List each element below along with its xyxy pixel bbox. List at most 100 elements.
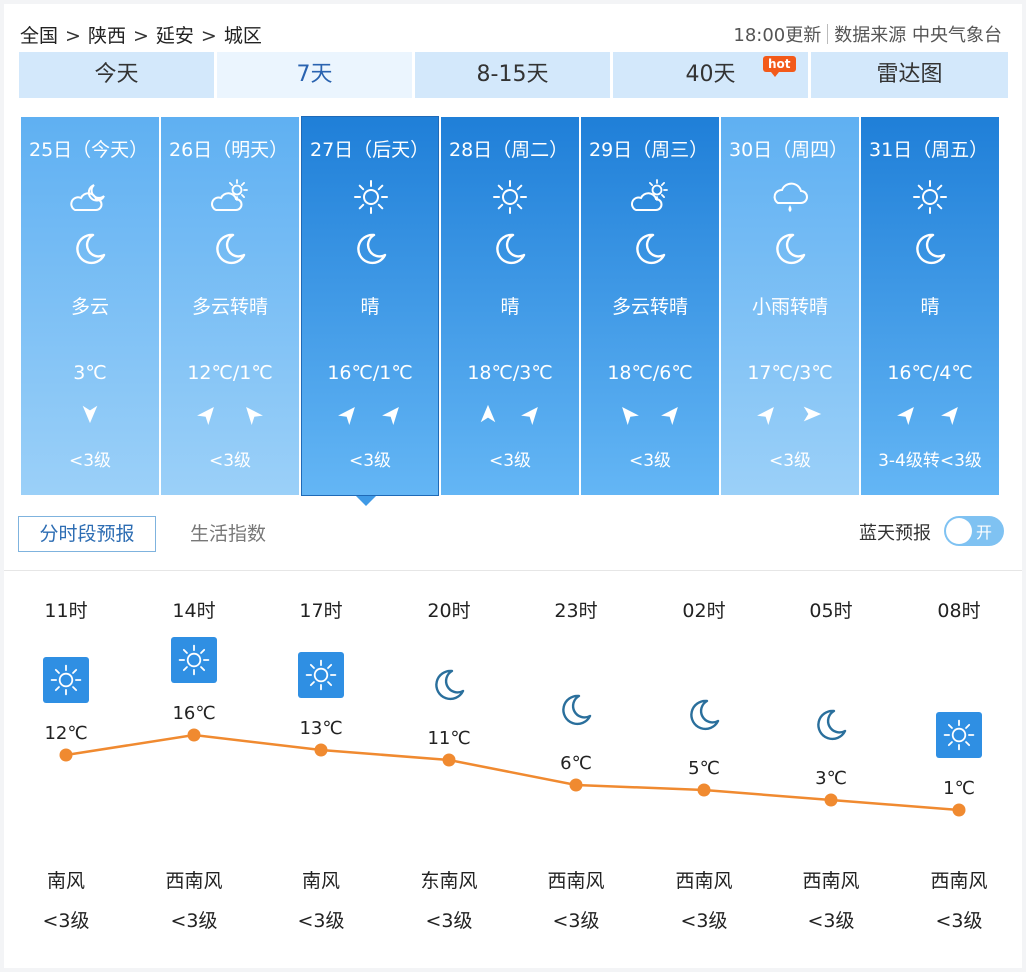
day-forecast[interactable]: 26日（明天） 多云转晴 12℃/1℃ <3级 [161,117,299,495]
sun-icon [490,177,530,217]
day-wind-level: <3级 [768,451,812,471]
update-info: 18:00更新 数据来源 中央气象台 [733,21,1002,47]
hourly-wind-level: <3级 [170,910,218,932]
sun-icon [298,652,344,698]
breadcrumb-separator: > [200,25,217,47]
tab-8-15days[interactable]: 8-15天 [415,52,610,98]
wind-direction-icon [897,403,919,429]
hourly-wind-direction: 西南风 [675,870,733,892]
breadcrumb-item[interactable]: 陕西 [88,21,126,48]
day-wind-icons [302,403,438,429]
temperature-point [442,753,456,767]
tab-label: 8-15天 [476,62,549,87]
wind-direction-icon [477,403,499,429]
moon-icon [351,229,391,269]
hourly-time: 08时 [937,600,981,622]
day-forecast[interactable]: 30日（周四） 小雨转晴 17℃/3℃ <3级 [721,117,859,495]
temperature-point [59,748,73,762]
day-weather-desc: 多云 [70,296,109,318]
wind-direction-icon [941,403,963,429]
day-wind-level: <3级 [628,451,672,471]
hourly-temperature: 13℃ [299,718,343,739]
tab-40days[interactable]: 40天 hot [613,52,808,98]
wind-direction-icon [617,403,639,429]
hourly-forecast: 11时 南风 <3级 12℃ 14时 西南风 <3级 16℃ 17时 南风 <3级 1… [4,574,1022,968]
moon-icon [210,229,250,269]
hourly-temperature: 16℃ [172,703,216,724]
wind-direction-icon [79,403,101,429]
day-wind-icons [161,403,299,429]
hourly-wind-direction: 西南风 [802,870,860,892]
day-temperature: 17℃/3℃ [747,362,833,384]
day-forecast[interactable]: 27日（后天） 晴 16℃/1℃ <3级 [301,116,439,496]
day-weather-desc: 晴 [360,296,380,318]
day-date: 28日（周二） [449,139,569,161]
hourly-wind-level: <3级 [297,910,345,932]
hourly-temperature: 5℃ [688,758,720,779]
day-date: 26日（明天） [169,139,289,161]
day-weather-desc: 晴 [920,296,940,318]
hourly-wind-level: <3级 [552,910,600,932]
day-weather-desc: 多云转晴 [611,296,688,318]
tab-radar[interactable]: 雷达图 [811,52,1008,98]
bluesky-toggle[interactable]: 开 [944,516,1004,546]
moon-icon [770,229,810,269]
hourly-temperature: 11℃ [427,728,471,749]
hot-badge: hot [763,56,796,77]
day-weather-desc: 晴 [500,296,520,318]
hourly-time: 20时 [427,600,471,622]
temperature-point [952,803,966,817]
hourly-time: 17时 [299,600,343,622]
day-temperature: 16℃/1℃ [327,362,413,384]
temperature-point [569,778,583,792]
day-forecast[interactable]: 31日（周五） 晴 16℃/4℃ 3-4级转<3级 [861,117,999,495]
day-forecast[interactable]: 29日（周三） 多云转晴 18℃/6℃ <3级 [581,117,719,495]
hourly-wind-direction: 西南风 [165,870,223,892]
day-temperature: 18℃/3℃ [467,362,553,384]
tab-today[interactable]: 今天 [19,52,214,98]
hourly-wind-direction: 东南风 [420,870,478,892]
day-wind-icons [581,403,719,429]
sun-icon [910,177,950,217]
breadcrumb-item[interactable]: 延安 [156,21,194,48]
day-forecast[interactable]: 25日（今天） 多云 3℃ <3级 [21,117,159,495]
tab-7days[interactable]: 7天 [217,52,412,98]
wind-direction-icon [338,403,360,429]
hourly-wind-level: <3级 [425,910,473,932]
moon-icon [553,687,599,733]
toggle-knob [946,518,972,544]
wind-direction-icon [757,403,779,429]
tab-hourly-forecast[interactable]: 分时段预报 [18,516,156,552]
seven-day-forecast: 25日（今天） 多云 3℃ <3级 26日（明天） 多云转晴 12℃/1℃ <3… [21,116,1001,497]
day-wind-level: <3级 [488,451,532,471]
sun-icon [171,637,217,683]
hourly-temperature: 6℃ [560,753,592,774]
top-bar: 全国 > 陕西 > 延安 > 城区 18:00更新 数据来源 中央气象台 [4,4,1022,54]
selected-day-pointer [356,496,376,506]
day-forecast[interactable]: 28日（周二） 晴 18℃/3℃ <3级 [441,117,579,495]
breadcrumb-separator: > [65,25,81,47]
hourly-temperature: 1℃ [943,778,975,799]
day-date: 31日（周五） [869,139,989,161]
temperature-point [187,728,201,742]
wind-direction-icon [661,403,683,429]
wind-direction-icon [521,403,543,429]
day-temperature: 16℃/4℃ [887,362,973,384]
day-date: 25日（今天） [29,139,149,161]
sun-icon [351,177,391,217]
tab-label: 雷达图 [876,62,943,87]
day-wind-level: <3级 [208,451,252,471]
partly-cloudy-icon [210,177,250,217]
hourly-wind-level: <3级 [42,910,90,932]
day-wind-icons [441,403,579,429]
moon-icon [70,229,110,269]
toggle-label: 开 [976,523,993,542]
bluesky-label: 蓝天预报 [859,523,931,544]
tab-life-index[interactable]: 生活指数 [190,516,266,552]
day-temperature: 12℃/1℃ [187,362,273,384]
temperature-point [824,793,838,807]
forecast-tabs: 今天 7天 8-15天 40天 hot 雷达图 [19,52,1008,98]
breadcrumb-separator: > [132,25,149,47]
breadcrumb-item[interactable]: 城区 [224,21,262,48]
breadcrumb-item[interactable]: 全国 [20,21,58,48]
